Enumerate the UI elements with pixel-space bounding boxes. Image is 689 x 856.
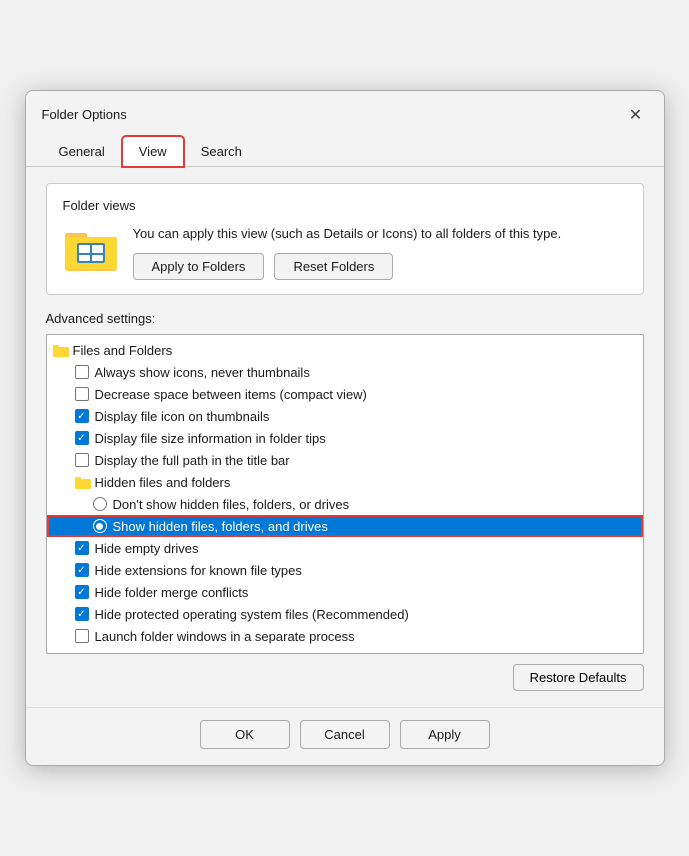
label-dont-show-hidden: Don't show hidden files, folders, or dri… [113,497,350,512]
cancel-button[interactable]: Cancel [300,720,390,749]
title-bar: Folder Options ✕ [26,91,664,135]
group-hidden-files: Hidden files and folders [47,471,643,493]
checkbox-hide-empty-drives[interactable] [75,541,89,555]
label-decrease-space: Decrease space between items (compact vi… [95,387,367,402]
checkbox-display-file-size[interactable] [75,431,89,445]
item-decrease-space: Decrease space between items (compact vi… [47,383,643,405]
item-hide-extensions: Hide extensions for known file types [47,559,643,581]
advanced-settings-tree[interactable]: Files and Folders Always show icons, nev… [46,334,644,654]
checkbox-decrease-space[interactable] [75,387,89,401]
folder-icon-large [63,225,119,273]
label-launch-folder-windows: Launch folder windows in a separate proc… [95,629,355,644]
folder-views-section: Folder views [46,183,644,295]
label-show-hidden: Show hidden files, folders, and drives [113,519,328,534]
checkbox-display-file-icon[interactable] [75,409,89,423]
label-display-full-path: Display the full path in the title bar [95,453,290,468]
restore-defaults-button[interactable]: Restore Defaults [513,664,644,691]
label-always-show-icons: Always show icons, never thumbnails [95,365,310,380]
radio-show-hidden[interactable] [93,519,107,533]
apply-button[interactable]: Apply [400,720,490,749]
tab-bar: General View Search [26,135,664,167]
label-hide-protected-os: Hide protected operating system files (R… [95,607,409,622]
folder-views-inner: You can apply this view (such as Details… [63,225,627,280]
folder-views-description: You can apply this view (such as Details… [133,225,627,243]
item-hide-protected-os: Hide protected operating system files (R… [47,603,643,625]
checkbox-always-show-icons[interactable] [75,365,89,379]
item-hide-empty-drives: Hide empty drives [47,537,643,559]
ok-button[interactable]: OK [200,720,290,749]
advanced-settings-label: Advanced settings: [46,311,644,326]
label-hide-folder-merge: Hide folder merge conflicts [95,585,249,600]
checkbox-launch-folder-windows[interactable] [75,629,89,643]
item-display-file-size: Display file size information in folder … [47,427,643,449]
apply-to-folders-button[interactable]: Apply to Folders [133,253,265,280]
advanced-settings-section: Advanced settings: Files and Folders Alw… [46,311,644,691]
radio-dont-show-hidden[interactable] [93,497,107,511]
item-show-hidden[interactable]: Show hidden files, folders, and drives [47,515,643,537]
label-hide-empty-drives: Hide empty drives [95,541,199,556]
dialog-title: Folder Options [42,107,127,122]
folder-views-label: Folder views [63,198,627,213]
item-dont-show-hidden: Don't show hidden files, folders, or dri… [47,493,643,515]
label-display-file-icon: Display file icon on thumbnails [95,409,270,424]
folder-options-dialog: Folder Options ✕ General View Search Fol… [25,90,665,766]
item-display-file-icon: Display file icon on thumbnails [47,405,643,427]
label-display-file-size: Display file size information in folder … [95,431,326,446]
reset-folders-button[interactable]: Reset Folders [274,253,393,280]
restore-defaults-row: Restore Defaults [46,664,644,691]
close-button[interactable]: ✕ [622,101,650,129]
tab-general[interactable]: General [42,136,122,167]
group-hidden-files-label: Hidden files and folders [95,475,231,490]
item-hide-folder-merge: Hide folder merge conflicts [47,581,643,603]
folder-views-right: You can apply this view (such as Details… [133,225,627,280]
item-display-full-path: Display the full path in the title bar [47,449,643,471]
label-hide-extensions: Hide extensions for known file types [95,563,302,578]
folder-views-buttons: Apply to Folders Reset Folders [133,253,627,280]
checkbox-hide-protected-os[interactable] [75,607,89,621]
item-launch-folder-windows: Launch folder windows in a separate proc… [47,625,643,647]
action-buttons-bar: OK Cancel Apply [26,707,664,765]
tab-view[interactable]: View [122,136,184,167]
group-files-and-folders: Files and Folders [47,339,643,361]
main-content: Folder views [26,167,664,707]
tab-search[interactable]: Search [184,136,259,167]
item-always-show-icons: Always show icons, never thumbnails [47,361,643,383]
checkbox-hide-extensions[interactable] [75,563,89,577]
checkbox-display-full-path[interactable] [75,453,89,467]
group-files-and-folders-label: Files and Folders [73,343,173,358]
checkbox-hide-folder-merge[interactable] [75,585,89,599]
